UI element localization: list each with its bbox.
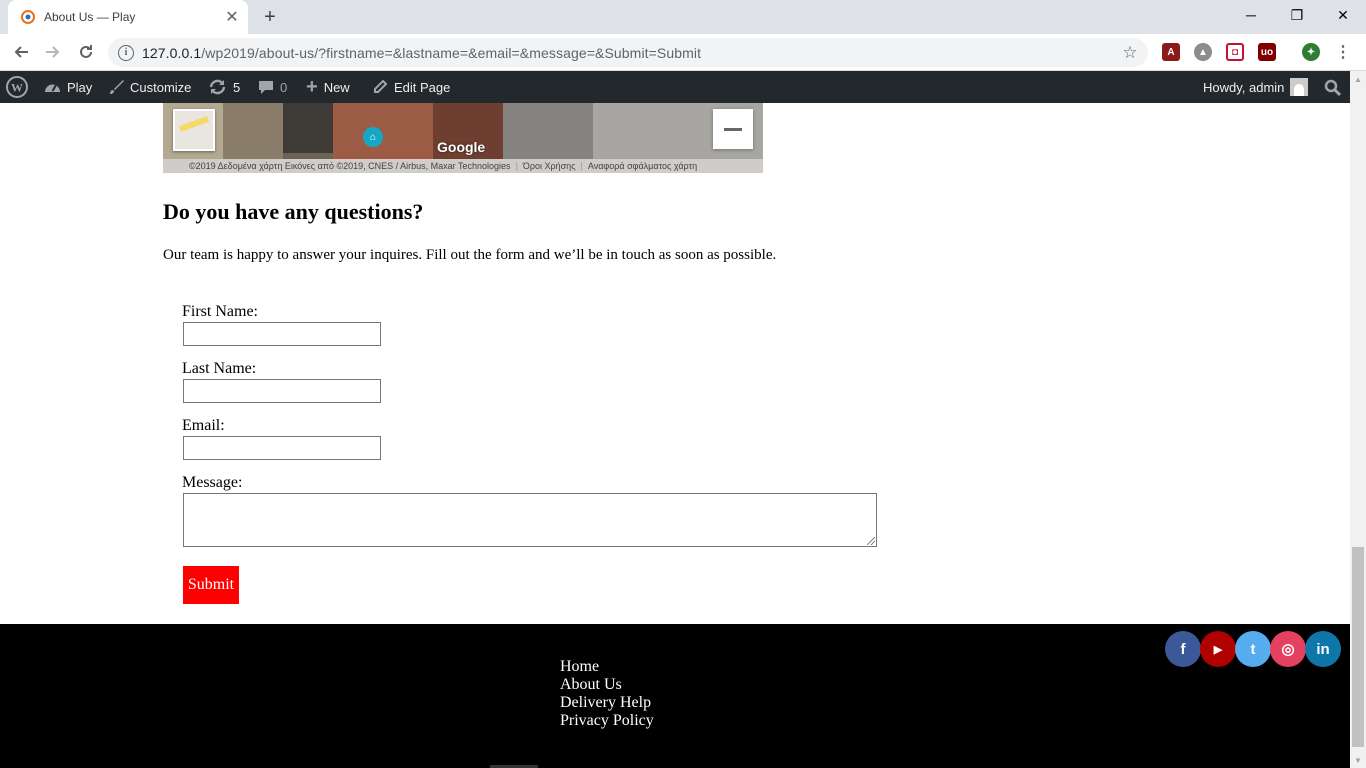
scroll-up-arrow-icon[interactable]: ▲ xyxy=(1350,71,1366,87)
last-name-label: Last Name: xyxy=(182,360,257,377)
facebook-icon[interactable]: f xyxy=(1165,631,1201,667)
admin-new-label: New xyxy=(323,79,350,95)
reload-icon[interactable] xyxy=(74,40,98,64)
map-layer-thumbnail xyxy=(175,111,213,149)
tab-title: About Us — Play xyxy=(44,10,136,24)
map-marker-icon[interactable]: ⌂ xyxy=(363,127,383,147)
profile-avatar-icon[interactable]: ✦ xyxy=(1302,43,1320,61)
tab-close-icon[interactable]: ✕ xyxy=(220,5,244,29)
first-name-label: First Name: xyxy=(182,303,258,320)
section-description: Our team is happy to answer your inquire… xyxy=(163,247,777,263)
message-textarea[interactable] xyxy=(183,493,877,547)
scroll-down-arrow-icon[interactable]: ▼ xyxy=(1350,752,1366,768)
footer-link-home[interactable]: Home xyxy=(560,658,654,676)
map-attribution: ©2019 Δεδομένα χάρτη Εικόνες από ©2019, … xyxy=(163,159,763,173)
page-viewport: ⌂ Google ©2019 Δεδομένα χάρτη Εικόνες απ… xyxy=(0,103,1350,768)
minus-icon xyxy=(724,127,742,131)
url-text[interactable]: 127.0.0.1/wp2019/about-us/?firstname=&la… xyxy=(142,45,1118,61)
twitter-icon[interactable]: t xyxy=(1235,631,1271,667)
restore-button[interactable]: ❐ xyxy=(1274,0,1320,30)
admin-customize-label: Customize xyxy=(130,79,192,95)
google-map[interactable]: ⌂ Google ©2019 Δεδομένα χάρτη Εικόνες απ… xyxy=(163,103,763,173)
first-name-input[interactable] xyxy=(183,322,381,346)
pdf-extension-icon[interactable]: A xyxy=(1162,43,1180,61)
comment-icon xyxy=(258,79,274,95)
map-report-link[interactable]: Αναφορά σφάλματος χάρτη xyxy=(588,161,697,171)
menu-icon[interactable]: ⋮ xyxy=(1334,43,1352,61)
resize-grip-icon[interactable] xyxy=(867,537,875,545)
browser-toolbar: i 127.0.0.1/wp2019/about-us/?firstname=&… xyxy=(0,34,1366,71)
minimize-button[interactable]: ─ xyxy=(1228,0,1274,30)
footer-link-delivery-help[interactable]: Delivery Help xyxy=(560,694,654,712)
footer-link-about-us[interactable]: About Us xyxy=(560,676,654,694)
map-tile xyxy=(503,103,593,159)
email-input[interactable] xyxy=(183,436,381,460)
admin-updates-link[interactable]: 5 xyxy=(208,71,240,103)
browser-tab[interactable]: About Us — Play ✕ xyxy=(8,0,248,34)
map-tile xyxy=(333,103,433,161)
info-icon[interactable]: i xyxy=(118,44,134,61)
pencil-icon xyxy=(372,79,388,95)
map-layer-toggle-button[interactable] xyxy=(173,109,215,151)
plus-icon: + xyxy=(306,75,318,98)
map-tile xyxy=(283,103,333,153)
map-tile xyxy=(223,103,283,159)
site-favicon-icon xyxy=(20,9,36,25)
instagram-icon[interactable]: ◎ xyxy=(1270,631,1306,667)
submit-button[interactable]: Submit xyxy=(183,566,239,604)
dashboard-icon xyxy=(44,80,61,94)
map-terms-link[interactable]: Όροι Χρήσης xyxy=(523,161,576,171)
brush-icon xyxy=(108,79,124,95)
admin-comments-link[interactable]: 0 xyxy=(258,71,287,103)
star-icon[interactable]: ☆ xyxy=(1118,41,1142,65)
howdy-text: Howdy, admin xyxy=(1203,79,1285,95)
back-icon[interactable] xyxy=(9,40,33,64)
email-label: Email: xyxy=(182,417,225,434)
map-zoom-out-button[interactable] xyxy=(713,109,753,149)
drive-extension-icon[interactable]: ▲ xyxy=(1194,43,1212,61)
new-tab-button[interactable]: + xyxy=(258,5,282,29)
scrollbar-thumb[interactable] xyxy=(1352,547,1364,747)
map-attribution-separator: | xyxy=(580,161,583,171)
linkedin-icon[interactable]: in xyxy=(1305,631,1341,667)
map-attribution-text: ©2019 Δεδομένα χάρτη Εικόνες από ©2019, … xyxy=(189,161,511,171)
admin-comments-count: 0 xyxy=(280,79,288,95)
updates-icon xyxy=(208,79,227,95)
page-scrollbar[interactable]: ▲ ▼ xyxy=(1350,71,1366,768)
admin-customize-link[interactable]: Customize xyxy=(108,71,191,103)
window-close-button[interactable]: ✕ xyxy=(1320,0,1366,30)
avatar xyxy=(1290,78,1309,96)
admin-site-name: Play xyxy=(67,79,93,95)
google-logo: Google xyxy=(437,139,486,155)
admin-site-link[interactable]: Play xyxy=(44,71,92,103)
last-name-input[interactable] xyxy=(183,379,381,403)
browser-tabstrip: About Us — Play ✕ + ─ ❐ ✕ xyxy=(0,0,1366,34)
pocket-extension-icon[interactable]: ◘ xyxy=(1226,43,1244,61)
svg-text:W: W xyxy=(11,81,23,95)
admin-new-link[interactable]: + New xyxy=(306,71,350,103)
site-footer: Home About Us Delivery Help Privacy Poli… xyxy=(0,624,1350,768)
footer-nav: Home About Us Delivery Help Privacy Poli… xyxy=(560,658,654,730)
address-bar[interactable]: i 127.0.0.1/wp2019/about-us/?firstname=&… xyxy=(108,38,1148,67)
ublock-extension-icon[interactable]: uo xyxy=(1258,43,1276,61)
section-heading: Do you have any questions? xyxy=(163,199,424,224)
wp-admin-bar: W Play Customize 5 0 + New Edit Page How… xyxy=(0,71,1366,103)
message-label: Message: xyxy=(182,474,243,491)
url-host: 127.0.0.1 xyxy=(142,44,202,61)
admin-edit-page-label: Edit Page xyxy=(394,79,451,95)
admin-edit-page-link[interactable]: Edit Page xyxy=(372,71,450,103)
youtube-icon[interactable]: ▶ xyxy=(1200,631,1236,667)
footer-link-privacy-policy[interactable]: Privacy Policy xyxy=(560,712,654,730)
admin-account-menu[interactable]: Howdy, admin xyxy=(1203,71,1309,103)
url-path: /wp2019/about-us/?firstname=&lastname=&e… xyxy=(201,44,702,61)
admin-search-icon[interactable] xyxy=(1324,71,1341,103)
wordpress-logo-icon[interactable]: W xyxy=(6,71,28,103)
admin-updates-count: 5 xyxy=(233,79,241,95)
map-attribution-separator: | xyxy=(515,161,518,171)
forward-icon[interactable] xyxy=(41,40,65,64)
